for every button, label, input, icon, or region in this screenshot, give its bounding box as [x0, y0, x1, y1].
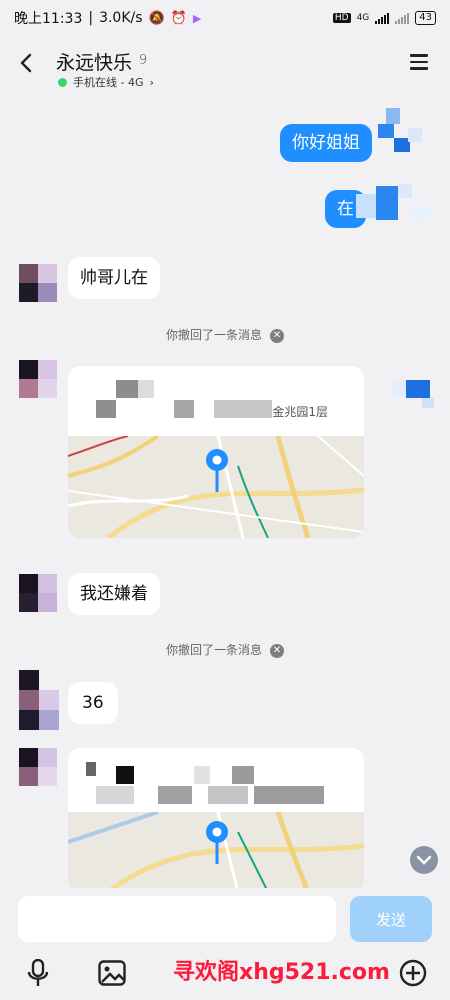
message-text: 你好姐姐: [292, 133, 360, 153]
online-status-text: 手机在线 - 4G: [73, 76, 144, 89]
recall-notice: 你撤回了一条消息 ✕: [0, 641, 450, 658]
message-text: 我还嫌着: [80, 584, 148, 604]
back-arrow-icon[interactable]: [16, 52, 38, 74]
chat-header: 永远快乐 𝟿 手机在线 - 4G ›: [0, 36, 450, 96]
status-speed: 3.0K/s: [99, 10, 143, 26]
avatar-contact[interactable]: [19, 574, 57, 612]
map-preview[interactable]: [68, 436, 364, 538]
location-pin-icon: [206, 449, 228, 492]
chevron-down-icon: [416, 855, 432, 865]
avatar-self[interactable]: [378, 108, 428, 168]
recall-notice: 你撤回了一条消息 ✕: [0, 326, 450, 343]
send-button[interactable]: 发送: [350, 896, 432, 942]
recall-text: 你撤回了一条消息: [165, 643, 262, 657]
incoming-message[interactable]: 我还嫌着: [68, 573, 160, 615]
online-status[interactable]: 手机在线 - 4G ›: [58, 74, 154, 90]
incoming-message[interactable]: 36: [68, 682, 118, 724]
watermark: 寻欢阁xhg521.com: [173, 960, 390, 985]
input-bar: 发送: [0, 888, 450, 950]
network-label: 4G: [356, 13, 370, 23]
close-icon[interactable]: ✕: [270, 328, 284, 343]
alarm-icon: ⏰: [170, 10, 187, 26]
chat-area[interactable]: 你好姐姐 在 帅哥儿在 你撤回了一条消息 ✕ 金兆园1层 我还嫌着 你撤回了一条…: [0, 96, 450, 888]
hd-badge: HD: [332, 13, 351, 23]
chevron-right-icon: ›: [149, 75, 154, 89]
avatar-self[interactable]: [356, 184, 430, 230]
microphone-icon[interactable]: [23, 958, 53, 988]
message-text: 36: [82, 693, 104, 713]
outgoing-message[interactable]: 你好姐姐: [280, 124, 372, 162]
chat-title[interactable]: 永远快乐: [56, 48, 132, 75]
menu-icon[interactable]: [410, 54, 428, 70]
close-icon[interactable]: ✕: [270, 643, 284, 658]
battery-indicator: 43: [415, 11, 436, 25]
location-card[interactable]: 金兆园1层: [68, 366, 364, 538]
location-card[interactable]: [68, 748, 364, 888]
map-preview[interactable]: [68, 812, 364, 888]
image-icon[interactable]: [97, 958, 127, 988]
avatar-contact[interactable]: [19, 748, 57, 786]
scroll-down-button[interactable]: [410, 846, 438, 874]
mute-bell-icon: 🔕: [148, 10, 165, 26]
message-text: 帅哥儿在: [80, 268, 148, 288]
online-dot: [58, 77, 67, 87]
location-subtitle: 金兆园1层: [272, 405, 328, 419]
location-pin-icon: [206, 821, 228, 864]
message-input[interactable]: [18, 896, 336, 942]
recall-text: 你撤回了一条消息: [165, 328, 262, 342]
avatar-contact[interactable]: [19, 360, 57, 398]
incoming-message[interactable]: 帅哥儿在: [68, 257, 160, 299]
add-icon[interactable]: [398, 958, 428, 988]
play-icon: ▶: [192, 11, 202, 25]
avatar-contact[interactable]: [19, 264, 57, 302]
signal-icon: [375, 12, 390, 24]
status-bar: 晚上11:33 | 3.0K/s 🔕 ⏰ ▶ HD 4G 43: [0, 0, 450, 36]
avatar-contact[interactable]: [19, 670, 59, 730]
signal-2-icon: [395, 12, 410, 24]
avatar-self[interactable]: [392, 380, 438, 408]
ear-icon: 𝟿: [138, 50, 148, 68]
status-time: 晚上11:33: [14, 11, 83, 27]
message-text: 在: [337, 199, 354, 219]
